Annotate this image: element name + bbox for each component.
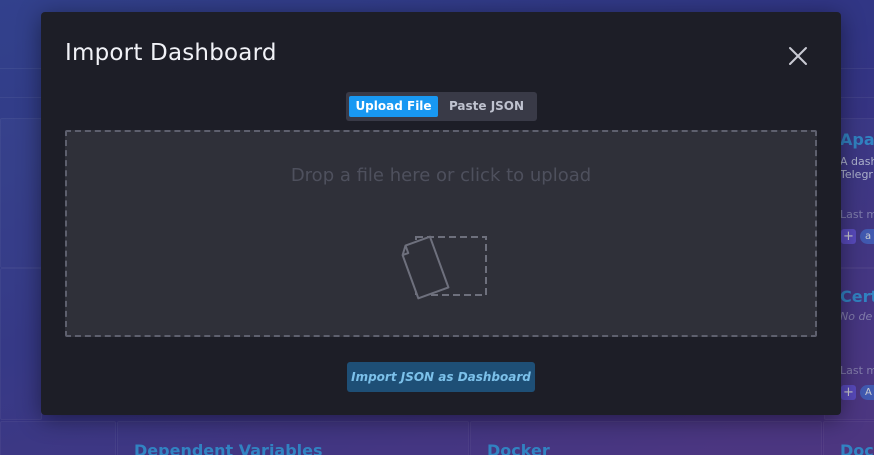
- close-icon: [789, 47, 807, 65]
- upload-file-tab[interactable]: Upload File: [349, 96, 438, 117]
- dialog-title: Import Dashboard: [65, 40, 277, 66]
- import-dashboard-dialog: Import Dashboard Upload File Paste JSON …: [41, 12, 841, 415]
- import-method-toggle: Upload File Paste JSON: [346, 92, 537, 121]
- file-dropzone[interactable]: Drop a file here or click to upload: [65, 130, 817, 337]
- import-json-button[interactable]: Import JSON as Dashboard: [347, 362, 535, 392]
- paste-json-tab[interactable]: Paste JSON: [441, 96, 532, 117]
- close-button[interactable]: [785, 43, 811, 69]
- dropzone-instructions: Drop a file here or click to upload: [290, 165, 592, 186]
- file-upload-icon: [395, 220, 495, 304]
